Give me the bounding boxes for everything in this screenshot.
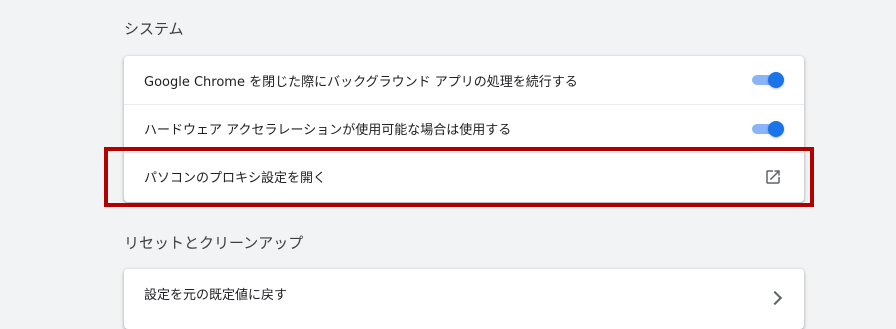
toggle-knob — [768, 120, 784, 137]
section-title-reset: リセットとクリーンアップ — [124, 234, 304, 252]
row-background-apps[interactable]: Google Chrome を閉じた際にバックグラウンド アプリの処理を続行する — [124, 56, 804, 104]
toggle-knob — [768, 72, 784, 88]
system-settings-card: Google Chrome を閉じた際にバックグラウンド アプリの処理を続行する… — [124, 56, 804, 202]
external-link-icon[interactable] — [764, 168, 782, 186]
hardware-acceleration-toggle[interactable] — [752, 120, 784, 137]
row-open-proxy-settings[interactable]: パソコンのプロキシ設定を開く — [124, 152, 804, 200]
row-open-proxy-settings-label: パソコンのプロキシ設定を開く — [144, 171, 327, 186]
section-title-system: システム — [124, 20, 184, 38]
row-hardware-acceleration[interactable]: ハードウェア アクセラレーションが使用可能な場合は使用する — [124, 104, 804, 152]
row-restore-defaults[interactable]: 設定を元の既定値に戻す — [124, 269, 804, 317]
reset-settings-card: 設定を元の既定値に戻す — [124, 269, 804, 329]
row-hardware-acceleration-label: ハードウェア アクセラレーションが使用可能な場合は使用する — [144, 123, 512, 138]
row-restore-defaults-label: 設定を元の既定値に戻す — [144, 287, 288, 303]
background-apps-toggle[interactable] — [752, 72, 784, 88]
row-background-apps-label: Google Chrome を閉じた際にバックグラウンド アプリの処理を続行する — [144, 74, 578, 90]
